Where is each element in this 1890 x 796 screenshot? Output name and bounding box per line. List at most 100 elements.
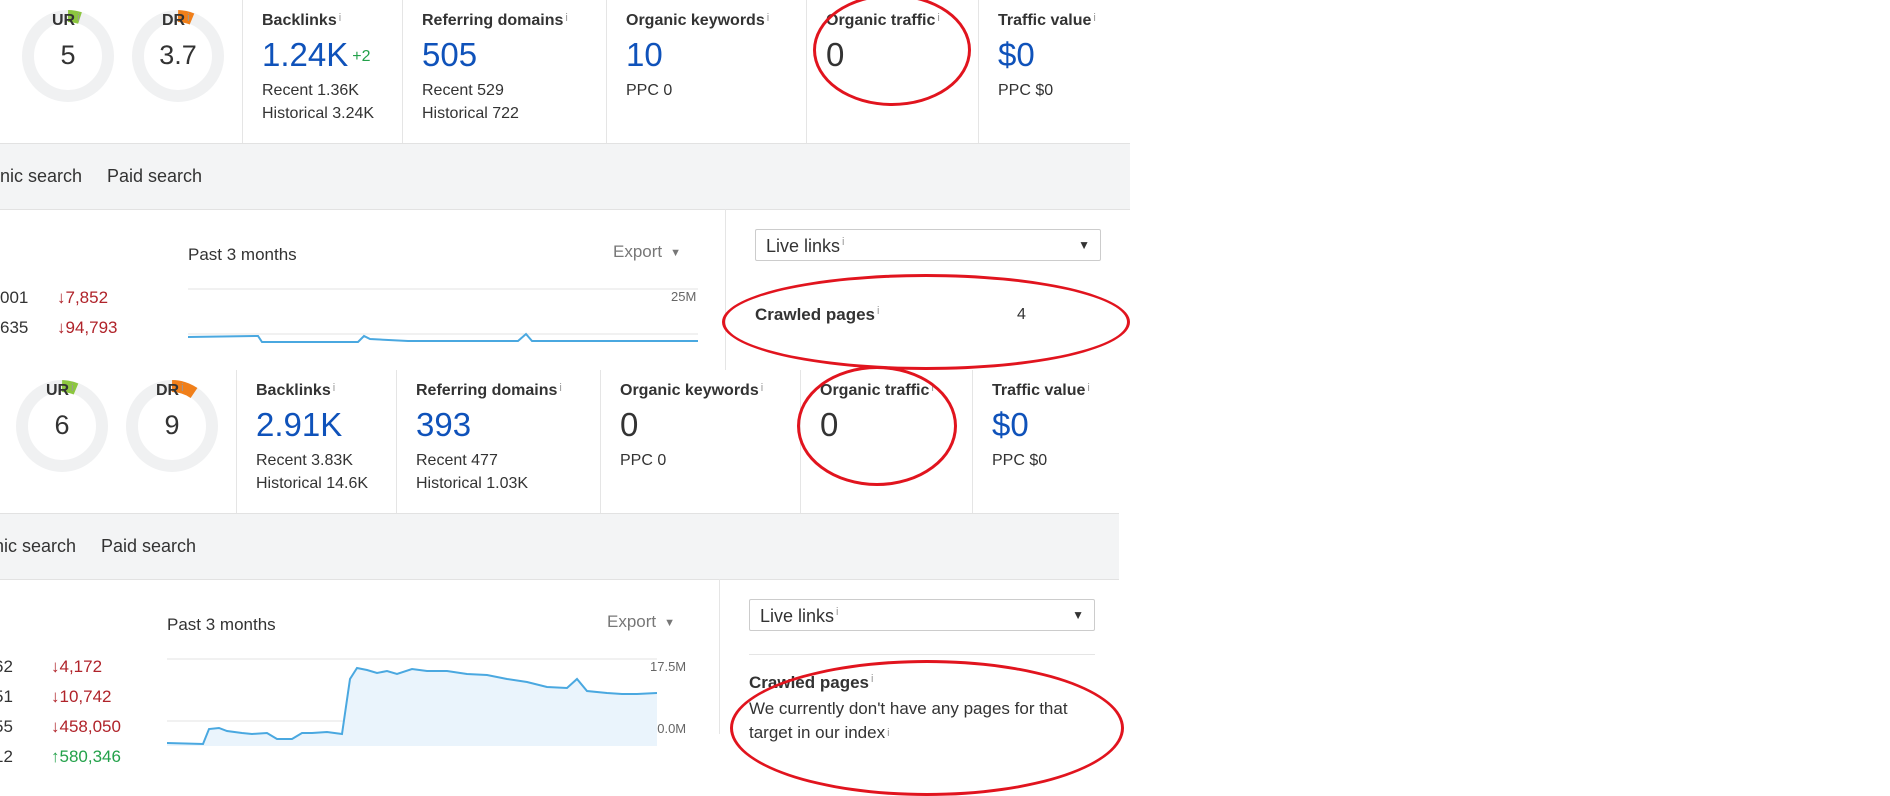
section-divider [749, 654, 1095, 655]
chart-area: 62 ↓4,172 51 ↓10,742 55 ↓458,050 12 ↑580… [0, 579, 1119, 786]
dr-label: DR i [162, 12, 190, 29]
crawled-pages-title: Crawled pages i [755, 305, 880, 324]
site-overview-panel-1: UR i 5 DR i 3.7 Backlinks i 1.24K +2 Recent … [0, 0, 1130, 370]
referring-domains-recent: Recent 529 [422, 82, 504, 99]
organic-keywords-ppc: PPC 0 [626, 82, 673, 99]
rating-cell: UR i 6 DR i 9 [0, 370, 236, 513]
crawled-pages-message: We currently don't have any pages for th… [749, 699, 1068, 742]
referring-domains-value[interactable]: 393 [416, 406, 471, 444]
row-value: 51 [0, 687, 13, 706]
backlinks-historical: Historical 3.24K [262, 105, 375, 122]
crawled-pages-title: Crawled pages i [749, 673, 874, 692]
backlinks-cell: Backlinks i 1.24K +2 Recent 1.36K Historic… [242, 0, 403, 143]
backlinks-recent: Recent 3.83K [256, 452, 353, 469]
row-delta: ↓458,050 [51, 717, 121, 736]
backlinks-value[interactable]: 2.91K [256, 406, 342, 444]
dropdown-arrow-icon: ▼ [1072, 608, 1084, 622]
organic-keywords-cell: Organic keywords i 10 PPC 0 [606, 0, 807, 143]
backlinks-value[interactable]: 1.24K +2 [262, 36, 371, 74]
traffic-value-ppc: PPC $0 [992, 452, 1048, 469]
referring-domains-recent: Recent 477 [416, 452, 498, 469]
traffic-value-value[interactable]: $0 [992, 406, 1029, 444]
organic-keywords-value: 0 [620, 406, 639, 443]
period-label: Past 3 months [188, 245, 297, 264]
dr-gauge: DR i 9 [126, 380, 218, 472]
tab-organic-search[interactable]: nic search [0, 536, 76, 557]
organic-traffic-value: 0 [820, 406, 839, 443]
referring-domains-historical: Historical 722 [422, 105, 519, 122]
ur-gauge: UR i 5 [22, 10, 114, 102]
dr-value: 3.7 [159, 40, 197, 70]
organic-keywords-value[interactable]: 10 [626, 36, 663, 74]
traffic-value-title: Traffic value i [992, 382, 1090, 399]
organic-traffic-title: Organic traffic i [820, 382, 934, 399]
traffic-chart [188, 288, 698, 343]
row-delta: ↑580,346 [51, 747, 121, 766]
traffic-value-ppc: PPC $0 [998, 82, 1054, 99]
tab-paid-search[interactable]: Paid search [107, 166, 202, 187]
referring-domains-historical: Historical 1.03K [416, 475, 529, 492]
organic-traffic-value: 0 [826, 36, 845, 73]
tab-organic-search[interactable]: nic search [0, 166, 82, 187]
organic-traffic-cell: Organic traffic i 0 [806, 0, 979, 143]
ur-value: 6 [54, 410, 70, 440]
organic-keywords-title: Organic keywords i [620, 382, 764, 399]
ur-label: UR i [46, 382, 74, 399]
live-links-select[interactable]: Live links i ▼ [755, 229, 1101, 261]
backlinks-delta: +2 [352, 48, 371, 66]
organic-keywords-cell: Organic keywords i 0 PPC 0 [600, 370, 801, 513]
dr-label: DR i [156, 382, 184, 399]
row-delta: ↓7,852 [57, 288, 109, 307]
referring-domains-value[interactable]: 505 [422, 36, 477, 74]
search-tabs: nic search Paid search [0, 513, 1119, 580]
export-button[interactable]: Export ▼ [613, 242, 681, 262]
period-label: Past 3 months [167, 615, 276, 634]
chart-divider [725, 209, 726, 370]
traffic-value-cell: Traffic value i $0 PPC $0 [978, 0, 1130, 143]
organic-traffic-title: Organic traffic i [826, 12, 940, 29]
ur-value: 5 [60, 40, 76, 70]
dr-value: 9 [164, 410, 180, 440]
live-links-select[interactable]: Live links i ▼ [749, 599, 1095, 631]
crawled-pages-value: 4 [1017, 306, 1026, 323]
referring-domains-title: Referring domains i [422, 12, 568, 29]
organic-keywords-title: Organic keywords i [626, 12, 770, 29]
traffic-value-title: Traffic value i [998, 12, 1096, 29]
row-value: 12 [0, 747, 13, 766]
backlinks-recent: Recent 1.36K [262, 82, 359, 99]
row-value: 001 [0, 288, 29, 307]
traffic-value-cell: Traffic value i $0 PPC $0 [972, 370, 1119, 513]
organic-keywords-ppc: PPC 0 [620, 452, 667, 469]
row-value: 635 [0, 318, 29, 337]
row-value: 62 [0, 657, 13, 676]
live-links-label: Live links i [766, 236, 845, 256]
site-overview-panel-2: UR i 6 DR i 9 Backlinks i 2.91K Recent 3.83… [0, 370, 1119, 786]
dropdown-arrow-icon: ▼ [1078, 238, 1090, 252]
traffic-value-value[interactable]: $0 [998, 36, 1035, 74]
ur-label: UR i [52, 12, 80, 29]
caret-down-icon: ▼ [670, 246, 682, 259]
row-delta: ↓94,793 [57, 318, 118, 337]
chart-divider [719, 579, 720, 734]
backlinks-cell: Backlinks i 2.91K Recent 3.83K Historical… [236, 370, 397, 513]
row-delta: ↓4,172 [51, 657, 103, 676]
tab-paid-search[interactable]: Paid search [101, 536, 196, 557]
row-delta: ↓10,742 [51, 687, 112, 706]
organic-traffic-cell: Organic traffic i 0 [800, 370, 973, 513]
live-links-label: Live links i [760, 606, 839, 626]
backlinks-historical: Historical 14.6K [256, 475, 369, 492]
metrics-row: UR i 6 DR i 9 Backlinks i 2.91K Recent 3.83… [0, 370, 1119, 513]
backlinks-title: Backlinks i [262, 12, 342, 29]
search-tabs: nic search Paid search [0, 143, 1130, 210]
ur-gauge: UR i 6 [16, 380, 108, 472]
traffic-chart [167, 658, 657, 746]
rating-cell: UR i 5 DR i 3.7 [0, 0, 242, 143]
referring-domains-cell: Referring domains i 505 Recent 529 Histor… [402, 0, 607, 143]
referring-domains-cell: Referring domains i 393 Recent 477 Histor… [396, 370, 601, 513]
referring-domains-title: Referring domains i [416, 382, 562, 399]
export-button[interactable]: Export ▼ [607, 612, 675, 632]
metrics-row: UR i 5 DR i 3.7 Backlinks i 1.24K +2 Recent … [0, 0, 1130, 143]
row-value: 55 [0, 717, 13, 736]
caret-down-icon: ▼ [664, 616, 676, 629]
chart-area: 001 ↓7,852 635 ↓94,793 Past 3 months Exp… [0, 209, 1130, 370]
